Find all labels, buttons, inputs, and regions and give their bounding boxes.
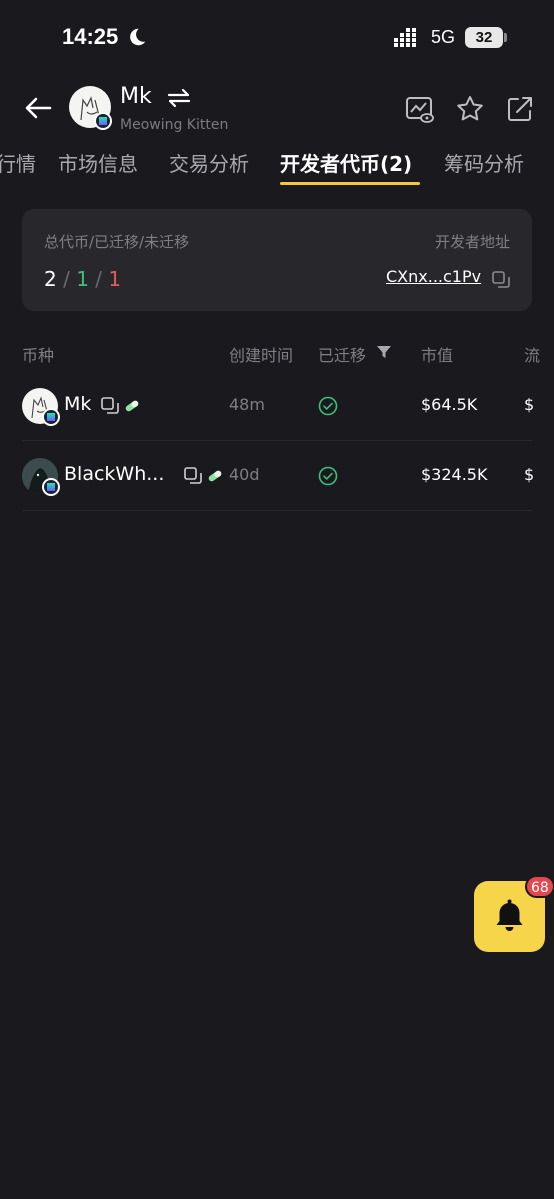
- filter-icon[interactable]: [377, 346, 391, 358]
- row-divider: [22, 510, 532, 511]
- moon-icon: [130, 28, 146, 46]
- col-mcap[interactable]: 市值: [421, 342, 453, 366]
- solana-chain-icon: [94, 112, 112, 130]
- table-row[interactable]: Mk 48m $64.5K $: [0, 371, 554, 441]
- coin-header: Mk Meowing Kitten: [0, 76, 554, 142]
- pill-icon: [208, 470, 222, 482]
- clock: 14:25: [62, 24, 119, 49]
- total-count: 2: [44, 267, 57, 291]
- back-arrow-icon[interactable]: [22, 92, 54, 124]
- dev-address-label: 开发者地址: [434, 233, 510, 251]
- tab-bar: 行情 市场信息 交易分析 开发者代币(2) 筹码分析: [0, 142, 554, 190]
- dev-address-link[interactable]: CXnx...c1Pv: [386, 267, 481, 286]
- tab-trade-analysis[interactable]: 交易分析: [169, 148, 249, 177]
- counts-label: 总代币/已迁移/未迁移: [44, 233, 190, 251]
- unmigrated-count: 1: [108, 267, 122, 291]
- check-circle-icon: [318, 396, 338, 416]
- migrated-count: 1: [76, 267, 89, 291]
- battery-indicator: 32: [465, 27, 503, 48]
- active-tab-indicator: [280, 182, 420, 185]
- tab-market[interactable]: 行情: [0, 148, 36, 177]
- solana-chain-icon: [42, 478, 60, 496]
- coin-name: BlackWh...: [64, 463, 165, 485]
- coin-symbol: Mk: [120, 84, 152, 109]
- pill-icon: [125, 400, 139, 412]
- table-header: 币种 创建时间 已迁移 市值 流: [0, 338, 554, 366]
- notification-badge: 68: [525, 875, 554, 898]
- copy-icon[interactable]: [492, 271, 510, 289]
- copy-icon[interactable]: [101, 397, 119, 415]
- market-cap: $324.5K: [421, 465, 488, 484]
- col-extra[interactable]: 流: [524, 342, 554, 366]
- extra-value: $: [524, 465, 535, 484]
- dev-summary-card: 总代币/已迁移/未迁移 开发者地址 2 / 1 / 1 CXnx...c1Pv: [22, 209, 532, 311]
- col-migrated[interactable]: 已迁移: [318, 342, 366, 366]
- count-separator: /: [88, 267, 109, 291]
- count-separator: /: [56, 267, 77, 291]
- status-bar: 14:25 5G 32: [0, 0, 554, 76]
- check-circle-icon: [318, 466, 338, 486]
- solana-chain-icon: [42, 408, 60, 426]
- signal-icon: [394, 28, 416, 47]
- battery-tip: [504, 33, 507, 42]
- table-row[interactable]: BlackWh... 40d $324.5K $: [0, 441, 554, 511]
- star-icon[interactable]: [455, 94, 485, 124]
- share-icon[interactable]: [505, 94, 535, 124]
- col-created[interactable]: 创建时间: [229, 342, 293, 366]
- market-cap: $64.5K: [421, 395, 478, 414]
- watch-chart-icon[interactable]: [405, 94, 435, 124]
- created-time: 48m: [229, 395, 265, 414]
- coin-name: Mk: [64, 393, 92, 415]
- coin-full-name: Meowing Kitten: [120, 117, 229, 133]
- tab-market-info[interactable]: 市场信息: [58, 148, 138, 177]
- tab-dev-tokens[interactable]: 开发者代币(2): [280, 148, 412, 177]
- swap-icon[interactable]: [166, 86, 192, 110]
- copy-icon[interactable]: [184, 467, 202, 485]
- token-counts: 2 / 1 / 1: [44, 267, 121, 291]
- network-label: 5G: [431, 27, 456, 47]
- col-coin: 币种: [22, 346, 55, 365]
- created-time: 40d: [229, 465, 260, 484]
- tab-holder-analysis[interactable]: 筹码分析: [444, 148, 524, 177]
- extra-value: $: [524, 395, 535, 414]
